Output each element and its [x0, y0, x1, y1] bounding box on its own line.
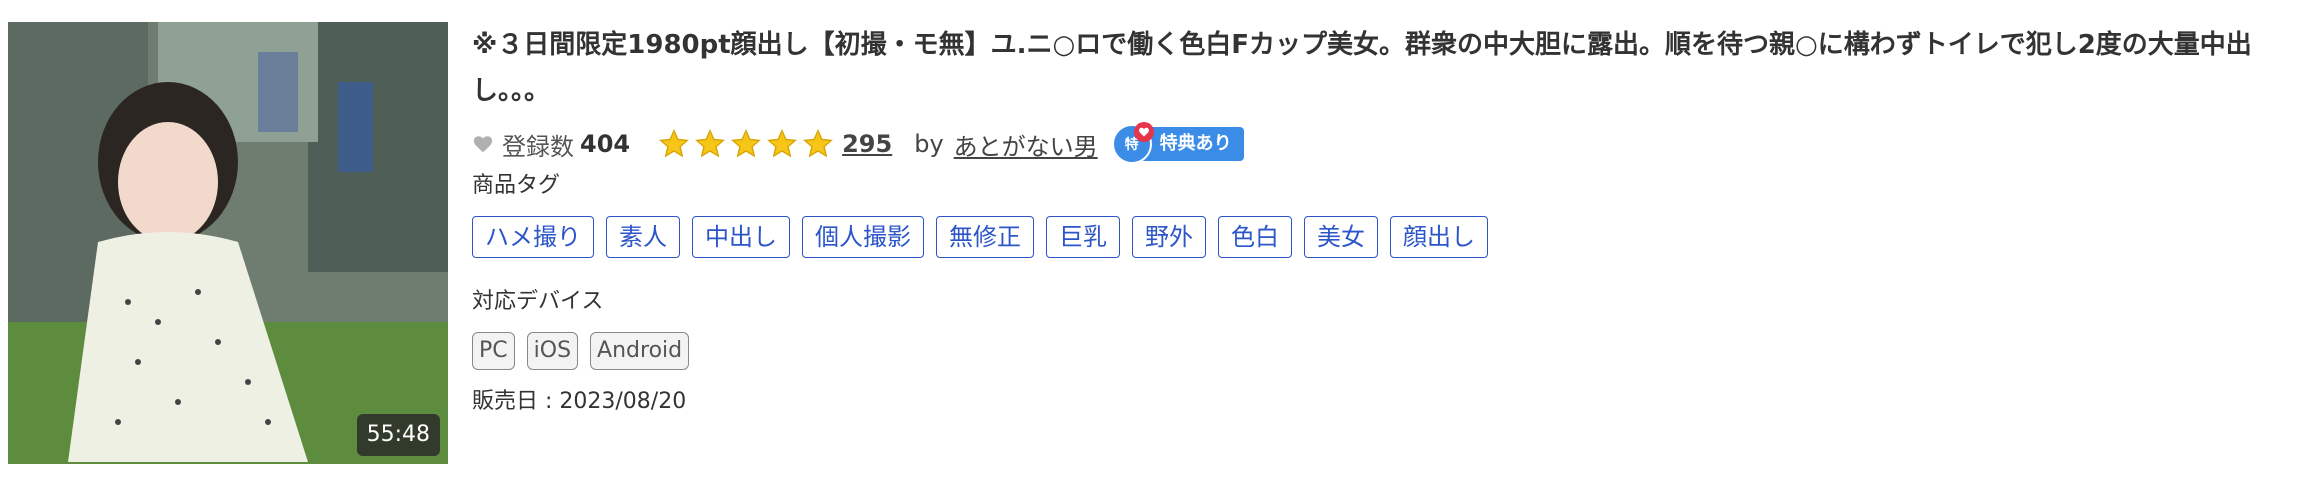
- tag-link[interactable]: 美女: [1304, 216, 1378, 258]
- video-duration: 55:48: [356, 414, 440, 456]
- device-list: PC iOS Android: [472, 332, 2317, 370]
- thumbnail-image: [8, 22, 448, 464]
- release-date: 販売日 : 2023/08/20: [472, 389, 687, 414]
- tag-link[interactable]: 素人: [606, 216, 680, 258]
- star-icon: [803, 129, 834, 158]
- bonus-badge[interactable]: 特 特典あり: [1111, 122, 1244, 164]
- star-icon: [731, 129, 762, 158]
- product-thumbnail[interactable]: 55:48: [8, 22, 448, 464]
- tag-list: ハメ撮り 素人 中出し 個人撮影 無修正 巨乳 野外 色白 美女 顔出し: [472, 216, 2317, 258]
- tag-link[interactable]: 野外: [1132, 216, 1206, 258]
- heart-icon[interactable]: [472, 133, 494, 155]
- tags-heading: 商品タグ: [472, 173, 561, 198]
- device-badge: PC: [472, 332, 515, 370]
- device-badge: Android: [590, 332, 690, 370]
- meta-row: 登録数 404 295 by あとがない男 特 特典あり: [472, 122, 2317, 164]
- rating-count-link[interactable]: 295: [842, 130, 892, 158]
- rating-stars: [658, 128, 838, 160]
- devices-heading: 対応デバイス: [472, 289, 604, 314]
- tag-link[interactable]: 巨乳: [1046, 216, 1120, 258]
- device-badge: iOS: [526, 332, 579, 370]
- star-icon: [695, 129, 726, 158]
- by-label: by: [914, 130, 944, 158]
- heart-badge-icon: [1133, 122, 1154, 142]
- product-info: ※３日間限定1980pt顔出し【初撮・モ無】ユ.ニ○ロで働く色白Fカップ美女。群…: [472, 22, 2317, 418]
- tag-link[interactable]: 色白: [1218, 216, 1292, 258]
- product-title[interactable]: ※３日間限定1980pt顔出し【初撮・モ無】ユ.ニ○ロで働く色白Fカップ美女。群…: [472, 22, 2312, 114]
- tag-link[interactable]: 個人撮影: [802, 216, 924, 258]
- star-icon: [767, 129, 798, 158]
- favorites-count: 404: [580, 130, 631, 158]
- tag-link[interactable]: 無修正: [936, 216, 1034, 258]
- bonus-label: 特典あり: [1139, 127, 1244, 161]
- tag-link[interactable]: ハメ撮り: [472, 216, 594, 258]
- tag-link[interactable]: 中出し: [692, 216, 790, 258]
- star-icon: [659, 129, 690, 158]
- tag-link[interactable]: 顔出し: [1390, 216, 1488, 258]
- favorites-label: 登録数: [502, 132, 574, 161]
- seller-link[interactable]: あとがない男: [954, 127, 1098, 162]
